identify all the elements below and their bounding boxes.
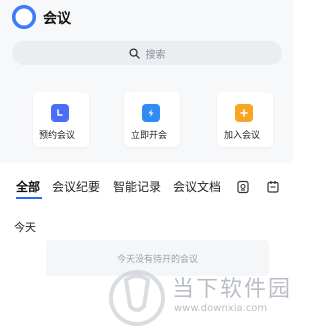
search-placeholder: 搜索 xyxy=(145,49,166,61)
calendar-icon[interactable] xyxy=(265,179,281,195)
join-meeting-label: 加入会议 xyxy=(224,131,261,141)
tab-meeting-docs[interactable]: 会议文档 xyxy=(173,178,221,195)
empty-state-text: 今天没有待开的会议 xyxy=(116,254,198,265)
start-meeting-label: 立即开会 xyxy=(131,131,168,141)
search-bar[interactable]: 搜索 xyxy=(12,41,282,65)
page-title: 会议 xyxy=(43,11,71,27)
calendar-clock-icon xyxy=(51,104,69,122)
watermark-logo-icon xyxy=(108,268,166,328)
video-flash-icon xyxy=(142,104,160,122)
video-plus-icon xyxy=(235,104,253,122)
tab-meeting-minutes[interactable]: 会议纪要 xyxy=(52,178,100,195)
watermark-text: 当下软件园 xyxy=(172,277,293,302)
tab-bar: 全部 会议纪要 智能记录 会议文档 xyxy=(0,175,293,199)
search-icon xyxy=(128,44,140,63)
user-avatar-icon[interactable] xyxy=(12,5,36,29)
active-tab-indicator xyxy=(16,197,42,199)
ai-record-icon[interactable] xyxy=(235,179,251,195)
tab-all[interactable]: 全部 xyxy=(16,178,40,195)
watermark-url: www.downxia.com xyxy=(174,303,268,314)
section-title-today: 今天 xyxy=(14,221,36,234)
schedule-meeting-label: 预约会议 xyxy=(39,131,76,141)
tab-smart-records[interactable]: 智能记录 xyxy=(113,178,161,195)
